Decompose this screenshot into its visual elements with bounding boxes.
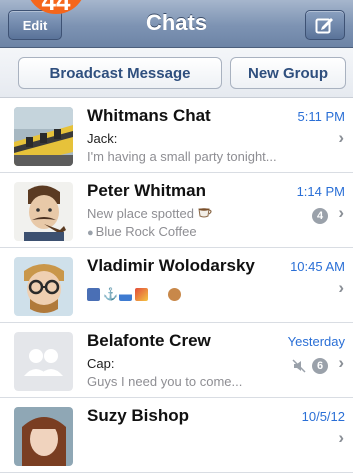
chat-time: 1:14 PM: [296, 184, 345, 199]
emoji-message-preview: ⚓: [87, 288, 181, 301]
compose-icon: [315, 18, 333, 34]
chat-name: Belafonte Crew: [87, 331, 211, 350]
compose-button[interactable]: [305, 10, 345, 40]
chat-name: Suzy Bishop: [87, 406, 190, 425]
message-sender: Jack:: [87, 131, 118, 146]
anchor-emoji-icon: ⚓: [103, 287, 118, 301]
message-preview: Guys I need you to come...: [87, 374, 243, 389]
contact-avatar: [14, 407, 73, 466]
contact-avatar: [14, 182, 73, 241]
group-photo-avatar: [14, 107, 73, 166]
chevron-right-icon: ›: [338, 128, 344, 147]
mute-icon: [292, 359, 306, 373]
rocket-emoji-icon: [135, 288, 148, 301]
ship-emoji-icon: [119, 288, 132, 301]
chat-row-vladimir-wolodarsky[interactable]: Vladimir Wolodarsky 10:45 AM ⚓ ›: [0, 248, 353, 323]
chat-time: 10/5/12: [301, 409, 345, 424]
monkey-emoji-icon: [168, 288, 181, 301]
chevron-right-icon: ›: [338, 353, 344, 372]
badge-number: 44: [41, 0, 71, 16]
chevron-right-icon: ›: [338, 428, 344, 447]
chat-row-whitmans-chat[interactable]: Whitmans Chat 5:11 PM Jack: I'm having a…: [0, 98, 353, 173]
message-sender: Cap:: [87, 356, 115, 371]
message-preview: I'm having a small party tonight...: [87, 149, 277, 164]
unread-count-badge: 6: [312, 358, 328, 374]
tv-emoji-icon: [87, 288, 100, 301]
location-pin-icon: ●: [87, 227, 94, 239]
chat-name: Whitmans Chat: [87, 106, 211, 125]
chat-actions-bar: Broadcast Message New Group: [0, 48, 353, 98]
chat-row-suzy-bishop[interactable]: Suzy Bishop 10/5/12 ›: [0, 398, 353, 473]
chat-list: Whitmans Chat 5:11 PM Jack: I'm having a…: [0, 98, 353, 473]
chevron-right-icon: ›: [338, 203, 344, 222]
group-placeholder-avatar: [14, 332, 73, 391]
coffee-cup-icon: [198, 207, 212, 218]
message-preview: New place spotted: [87, 206, 212, 221]
chat-row-peter-whitman[interactable]: Peter Whitman 1:14 PM New place spotted …: [0, 173, 353, 248]
location-preview: ● Blue Rock Coffee: [87, 224, 197, 239]
contact-avatar: [14, 257, 73, 316]
new-group-button[interactable]: New Group: [230, 57, 346, 89]
location-name: Blue Rock Coffee: [95, 224, 197, 239]
chat-time: 5:11 PM: [297, 109, 345, 124]
chat-row-belafonte-crew[interactable]: Belafonte Crew Yesterday Cap: Guys I nee…: [0, 323, 353, 398]
chat-time: Yesterday: [287, 334, 345, 349]
chat-name: Vladimir Wolodarsky: [87, 256, 255, 275]
chevron-right-icon: ›: [338, 278, 344, 297]
broadcast-message-button[interactable]: Broadcast Message: [18, 57, 222, 89]
unread-count-badge: 4: [312, 208, 328, 224]
message-text: New place spotted: [87, 206, 194, 221]
chat-time: 10:45 AM: [290, 259, 345, 274]
chat-name: Peter Whitman: [87, 181, 207, 200]
